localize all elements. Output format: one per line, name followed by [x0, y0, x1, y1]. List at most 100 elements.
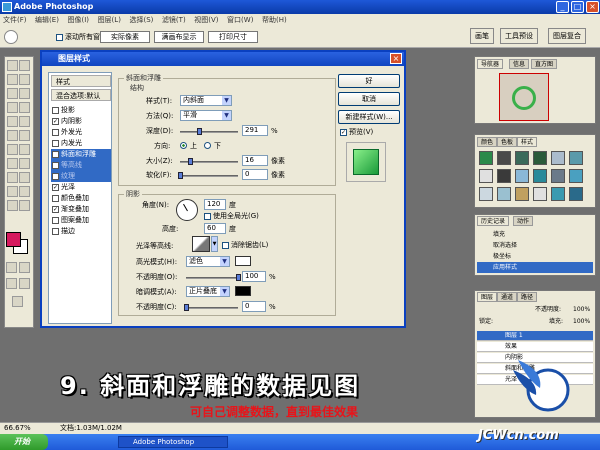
menu-edit[interactable]: 编辑(E): [32, 14, 62, 26]
style-swatch[interactable]: [533, 169, 547, 183]
style-swatch[interactable]: [569, 187, 583, 201]
style-swatch[interactable]: [533, 151, 547, 165]
pen-tool-icon[interactable]: [7, 172, 18, 183]
style-item[interactable]: 外发光: [51, 127, 111, 138]
zoom-tool-icon[interactable]: [4, 30, 18, 44]
altitude-input[interactable]: 60: [204, 223, 226, 234]
direction-down-radio[interactable]: [204, 142, 211, 149]
highlight-opacity-input[interactable]: 100: [242, 271, 266, 282]
style-checkbox[interactable]: ✓: [52, 118, 59, 125]
menu-file[interactable]: 文件(F): [0, 14, 30, 26]
shadow-mode-select[interactable]: 正片叠底 ▼: [186, 286, 230, 297]
gradient-tool-icon[interactable]: [19, 130, 30, 141]
navigator-thumbnail[interactable]: [499, 73, 549, 121]
style-checkbox[interactable]: [52, 173, 59, 180]
style-item[interactable]: ✓ 光泽: [51, 182, 111, 193]
highlight-opacity-thumb[interactable]: [236, 274, 241, 281]
taskbar-photoshop-item[interactable]: Adobe Photoshop: [118, 436, 228, 448]
menu-help[interactable]: 帮助(H): [259, 14, 290, 26]
soften-input[interactable]: 0: [242, 169, 268, 180]
history-state[interactable]: 填充: [477, 229, 593, 240]
shadow-opacity-slider[interactable]: [186, 307, 238, 309]
size-slider-thumb[interactable]: [188, 158, 193, 165]
brushes-well[interactable]: 画笔: [470, 28, 494, 44]
style-item[interactable]: 纹理: [51, 171, 111, 182]
style-checkbox[interactable]: [52, 217, 59, 224]
tab-navigator[interactable]: 导航器: [477, 59, 504, 69]
menu-filter[interactable]: 滤镜(T): [159, 14, 189, 26]
tab-layers[interactable]: 图层: [477, 292, 498, 302]
style-swatch[interactable]: [479, 151, 493, 165]
shadow-color-swatch[interactable]: [235, 286, 251, 296]
zoom-tool-icon[interactable]: [19, 200, 30, 211]
style-item[interactable]: 内发光: [51, 138, 111, 149]
menu-layer[interactable]: 图层(L): [95, 14, 124, 26]
jump-to-icon[interactable]: [12, 296, 23, 307]
minimize-button[interactable]: _: [556, 1, 569, 13]
style-swatch[interactable]: [569, 169, 583, 183]
actual-pixels-button[interactable]: 实际像素: [100, 31, 150, 43]
type-tool-icon[interactable]: [19, 158, 30, 169]
angle-input[interactable]: 120: [204, 199, 226, 210]
zoom-level[interactable]: 66.67%: [4, 423, 31, 434]
highlight-mode-select[interactable]: 滤色 ▼: [186, 256, 230, 267]
style-checkbox[interactable]: [52, 140, 59, 147]
preview-checkbox[interactable]: ✓: [340, 129, 347, 136]
gloss-contour-dropdown[interactable]: ▼: [211, 236, 218, 252]
brush-tool-icon[interactable]: [19, 102, 30, 113]
style-swatch[interactable]: [569, 151, 583, 165]
style-item[interactable]: 投影: [51, 105, 111, 116]
foreground-color-swatch[interactable]: [6, 232, 21, 247]
tab-paths[interactable]: 路径: [517, 292, 538, 302]
lasso-tool-icon[interactable]: [7, 74, 18, 85]
print-size-button[interactable]: 打印尺寸: [208, 31, 258, 43]
dialog-close-button[interactable]: ×: [390, 53, 402, 64]
style-item[interactable]: ✓ 斜面和浮雕: [51, 149, 111, 160]
blending-options-item[interactable]: 混合选项:默认: [51, 89, 111, 101]
slice-tool-icon[interactable]: [19, 88, 30, 99]
style-swatch[interactable]: [551, 169, 565, 183]
tab-info[interactable]: 信息: [509, 59, 530, 69]
direction-up-radio[interactable]: [180, 142, 187, 149]
hand-tool-icon[interactable]: [7, 200, 18, 211]
style-swatch[interactable]: [533, 187, 547, 201]
style-item[interactable]: 等高线: [51, 160, 111, 171]
depth-slider[interactable]: [180, 131, 238, 133]
global-light-checkbox[interactable]: [204, 213, 211, 220]
ok-button[interactable]: 好: [338, 74, 400, 88]
angle-dial[interactable]: [176, 199, 198, 221]
style-item[interactable]: 图案叠加: [51, 215, 111, 226]
crop-tool-icon[interactable]: [7, 88, 18, 99]
style-checkbox[interactable]: [52, 107, 59, 114]
style-item[interactable]: ✓ 内阴影: [51, 116, 111, 127]
eyedropper-tool-icon[interactable]: [19, 186, 30, 197]
quickmask-icon[interactable]: [6, 262, 17, 273]
tool-presets-well[interactable]: 工具预设: [500, 28, 538, 44]
style-checkbox[interactable]: ✓: [52, 151, 59, 158]
menu-select[interactable]: 选择(S): [126, 14, 156, 26]
style-item[interactable]: ✓ 渐变叠加: [51, 204, 111, 215]
new-style-button[interactable]: 新建样式(W)...: [338, 110, 400, 124]
highlight-opacity-slider[interactable]: [186, 277, 238, 279]
screen-mode-icon[interactable]: [6, 278, 17, 289]
blur-tool-icon[interactable]: [7, 144, 18, 155]
size-input[interactable]: 16: [242, 155, 268, 166]
dodge-tool-icon[interactable]: [19, 144, 30, 155]
close-button[interactable]: ×: [586, 1, 599, 13]
style-checkbox[interactable]: ✓: [52, 184, 59, 191]
style-checkbox[interactable]: [52, 195, 59, 202]
tab-channels[interactable]: 通道: [497, 292, 518, 302]
layer-comps-well[interactable]: 图层复合: [548, 28, 586, 44]
notes-tool-icon[interactable]: [7, 186, 18, 197]
depth-slider-thumb[interactable]: [196, 128, 202, 135]
style-swatch[interactable]: [515, 187, 529, 201]
depth-input[interactable]: 291: [242, 125, 268, 136]
style-swatch[interactable]: [551, 187, 565, 201]
soften-slider[interactable]: [180, 175, 238, 177]
style-checkbox[interactable]: ✓: [52, 206, 59, 213]
style-swatch[interactable]: [551, 151, 565, 165]
antialias-checkbox[interactable]: [222, 242, 229, 249]
style-swatch[interactable]: [515, 169, 529, 183]
menu-view[interactable]: 视图(V): [191, 14, 221, 26]
tab-color[interactable]: 颜色: [477, 137, 498, 147]
